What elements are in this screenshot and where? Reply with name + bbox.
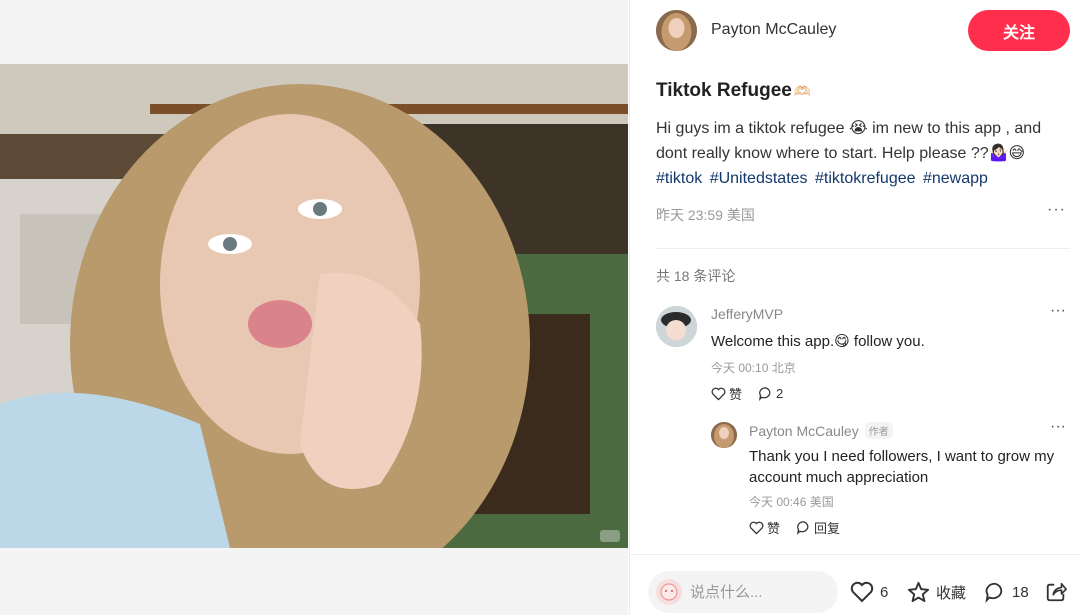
- hashtag-link[interactable]: #newapp: [923, 170, 988, 187]
- watermark: [600, 530, 620, 542]
- note-content: Tiktok Refugee 🫶🏻 Hi guys im a tiktok re…: [656, 80, 1070, 223]
- reply-username-row: Payton McCauley 作者: [749, 422, 893, 439]
- hashtag-link[interactable]: #tiktok: [656, 170, 702, 187]
- author-avatar[interactable]: [656, 10, 697, 51]
- comment-like-button[interactable]: 赞: [711, 384, 742, 403]
- avatar-image: [656, 10, 697, 51]
- comment-bubble-icon: [758, 387, 771, 401]
- reply-item: Payton McCauley 作者 ··· Thank you I need …: [711, 418, 1070, 542]
- reply-count: 2: [776, 386, 784, 401]
- comment-avatar[interactable]: [656, 306, 697, 347]
- note-tags: #tiktok #Unitedstates #tiktokrefugee #ne…: [656, 166, 1070, 191]
- note-body: Hi guys im a tiktok refugee 😭 im new to …: [656, 116, 1070, 166]
- comment-text: Welcome this app.😋 follow you.: [711, 333, 925, 350]
- engagement-bar: 6 收藏 18: [630, 554, 1080, 615]
- share-button[interactable]: [1045, 581, 1067, 603]
- heart-icon: [749, 521, 764, 535]
- ellipsis-icon[interactable]: ···: [1050, 418, 1066, 436]
- avatar-face-icon: [660, 583, 678, 601]
- hashtag-link[interactable]: #Unitedstates: [710, 170, 808, 187]
- share-icon: [1046, 582, 1067, 602]
- comment-actions: 赞 2: [711, 384, 783, 403]
- note-detail-panel: Payton McCauley 关注 Tiktok Refugee 🫶🏻 Hi …: [629, 0, 1080, 615]
- reply-label: 回复: [814, 521, 841, 536]
- collect-button[interactable]: 收藏: [907, 581, 966, 603]
- comment-input[interactable]: [690, 583, 830, 601]
- avatar-image: [711, 422, 737, 448]
- like-button[interactable]: 6: [850, 581, 888, 603]
- like-label: 赞: [729, 387, 743, 402]
- comment-input-box[interactable]: [648, 571, 838, 613]
- reply-like-button[interactable]: 赞: [749, 518, 780, 537]
- heart-icon: [711, 387, 726, 401]
- reply-text: Thank you I need followers, I want to gr…: [749, 448, 1055, 486]
- author-name[interactable]: Payton McCauley: [711, 21, 836, 39]
- divider: [656, 248, 1070, 249]
- reply-actions: 赞 回复: [749, 518, 840, 537]
- comment-reply-button[interactable]: 2: [758, 384, 783, 403]
- note-title-emoji: 🫶🏻: [793, 82, 812, 99]
- comment-bubble-icon: [985, 582, 1003, 603]
- note-title: Tiktok Refugee 🫶🏻: [656, 80, 1070, 102]
- comment-bubble-icon: [796, 521, 809, 535]
- media-panel: [0, 0, 628, 615]
- comment-count: 18: [1012, 583, 1029, 601]
- collect-label: 收藏: [936, 584, 967, 602]
- ellipsis-icon[interactable]: ···: [1050, 302, 1066, 320]
- note-date-location: 昨天 23:59 美国: [656, 207, 755, 223]
- reply-reply-button[interactable]: 回复: [796, 518, 840, 537]
- reply-meta: 今天 00:46 美国: [749, 495, 834, 509]
- note-body-text: Hi guys im a tiktok refugee 😭 im new to …: [656, 120, 1042, 162]
- user-avatar: [656, 579, 682, 605]
- note-meta: 昨天 23:59 美国 ···: [656, 201, 1070, 223]
- comment-username[interactable]: JefferyMVP: [711, 306, 783, 322]
- like-count: 6: [880, 583, 889, 601]
- note-title-text: Tiktok Refugee: [656, 80, 792, 101]
- post-photo[interactable]: [0, 64, 628, 548]
- reply-avatar[interactable]: [711, 422, 737, 448]
- author-bar: Payton McCauley 关注: [656, 10, 1070, 52]
- like-label: 赞: [767, 521, 781, 536]
- reply-username[interactable]: Payton McCauley: [749, 423, 859, 439]
- comments-button[interactable]: 18: [984, 581, 1029, 603]
- comment-item: JefferyMVP ··· Welcome this app.😋 follow…: [656, 302, 1070, 406]
- comment-meta: 今天 00:10 北京: [711, 361, 796, 375]
- photo-illustration: [0, 64, 628, 548]
- comments-count-header: 共 18 条评论: [656, 268, 736, 284]
- star-icon: [907, 581, 930, 603]
- follow-button[interactable]: 关注: [968, 10, 1070, 51]
- heart-icon: [850, 581, 874, 603]
- ellipsis-icon[interactable]: ···: [1047, 201, 1066, 219]
- hashtag-link[interactable]: #tiktokrefugee: [815, 170, 916, 187]
- author-badge: 作者: [864, 422, 893, 439]
- avatar-image: [656, 306, 697, 347]
